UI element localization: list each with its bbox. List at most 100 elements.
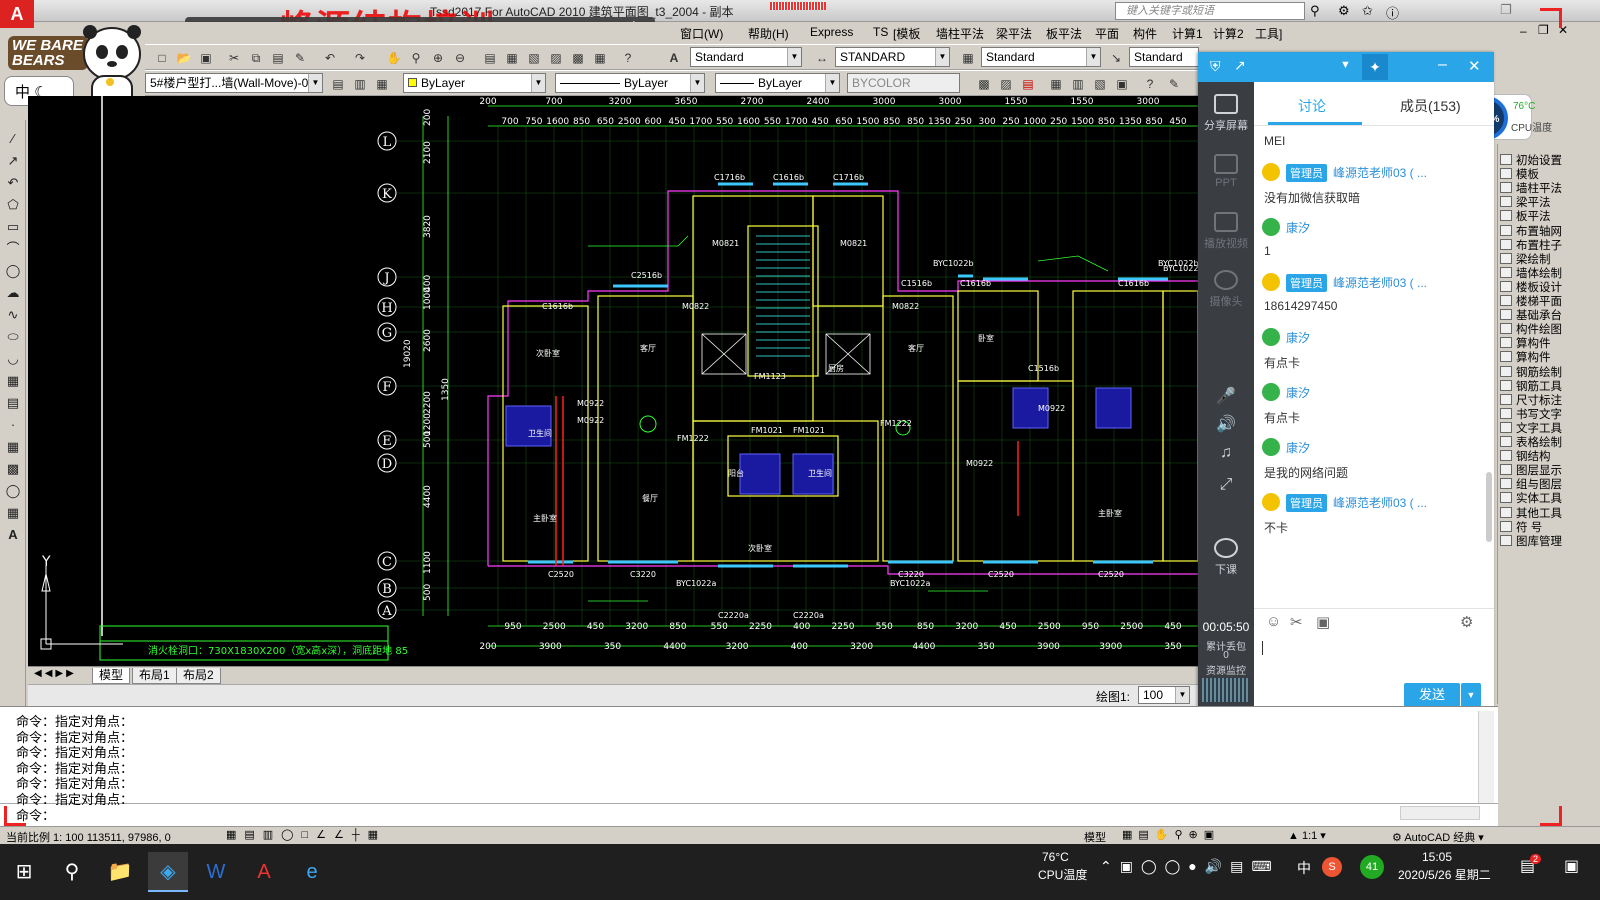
ppt-button[interactable]: PPT <box>1198 154 1254 189</box>
menu-plane[interactable]: 平面 <box>1095 25 1119 42</box>
autocad-taskbar-icon[interactable]: A <box>244 852 284 892</box>
zoom-window-icon[interactable]: ⊕ <box>429 48 447 66</box>
action-center-icon[interactable]: ▣ <box>1564 856 1579 876</box>
make-block-icon[interactable]: ▤ <box>4 394 22 412</box>
ellipse-arc-icon[interactable]: ◡ <box>4 350 22 368</box>
insert-block-icon[interactable]: ▦ <box>4 372 22 390</box>
tab-nav-arrows-icon[interactable]: ◀◀▶▶ <box>34 668 77 679</box>
copy-icon[interactable]: ⧉ <box>247 48 265 66</box>
palette-item[interactable]: 尺寸标注 <box>1500 392 1562 407</box>
palette-item[interactable]: 图库管理 <box>1500 533 1562 548</box>
palette-item[interactable]: 初始设置 <box>1500 152 1562 167</box>
menu-component[interactable]: 构件 <box>1133 25 1157 42</box>
paste-icon[interactable]: ▤ <box>269 48 287 66</box>
palette-item[interactable]: 钢筋工具 <box>1500 378 1562 393</box>
palette-item[interactable]: 其他工具 <box>1500 505 1562 520</box>
palette-item[interactable]: 板平法 <box>1500 208 1551 223</box>
undo-icon[interactable]: ↶ <box>321 48 339 66</box>
workspace-switch[interactable]: ⚙ AutoCAD 经典 ▾ <box>1392 829 1484 845</box>
open-file-icon[interactable]: 📂 <box>175 48 193 66</box>
pin-icon[interactable]: ✦ <box>1362 54 1388 80</box>
palette-item[interactable]: 算构件 <box>1500 349 1551 364</box>
model-space-label[interactable]: 模型 <box>1084 829 1106 845</box>
construction-line-icon[interactable]: ↗ <box>4 152 22 170</box>
palette-item[interactable]: 符 号 <box>1500 519 1542 534</box>
restore-window-icon[interactable]: ❐ <box>1500 2 1512 18</box>
fullscreen-icon[interactable]: ⤢ <box>1198 476 1254 494</box>
tssd-help-icon[interactable]: ? <box>1141 74 1159 92</box>
command-hscroll[interactable] <box>1400 806 1480 820</box>
match-prop-icon[interactable]: ✎ <box>291 48 309 66</box>
play-video-button[interactable]: 播放视频 <box>1198 212 1254 251</box>
color-combo[interactable]: ByLayer ▼ <box>403 73 546 93</box>
end-class-button[interactable]: 下课 <box>1198 538 1254 577</box>
palette-item[interactable]: 表格绘制 <box>1500 434 1562 449</box>
palette-item[interactable]: 墙柱平法 <box>1500 180 1562 195</box>
tab-members[interactable]: 成员(153) <box>1400 96 1461 116</box>
palette-item[interactable]: 基础承台 <box>1500 307 1562 322</box>
polyline-icon[interactable]: ↶ <box>4 174 22 192</box>
text-style-icon[interactable]: A <box>665 48 683 66</box>
line-icon[interactable]: ∕ <box>4 130 22 148</box>
chat-message-list[interactable]: MEI 管理员 峰源范老师03 ( ... 没有加微信获取暗 康汐 1 管理员 峰源范老师03… <box>1254 126 1494 606</box>
dim-style-icon[interactable]: ↔ <box>813 48 831 66</box>
speaker-icon[interactable]: 🔊 <box>1198 414 1254 434</box>
tab-model[interactable]: 模型 <box>92 668 131 684</box>
palette-item[interactable]: 布置柱子 <box>1500 237 1562 252</box>
revcloud-icon[interactable]: ☁ <box>4 284 22 302</box>
tssd-tool-5-icon[interactable]: ▥ <box>1069 74 1087 92</box>
zoom-realtime-icon[interactable]: ⚲ <box>407 48 425 66</box>
palette-item[interactable]: 楼梯平面 <box>1500 293 1562 308</box>
menu-wall-column[interactable]: 墙柱平法 <box>936 25 984 42</box>
search-icon[interactable]: ⚲ <box>52 852 92 892</box>
star-icon[interactable]: ✩ <box>1362 3 1373 19</box>
clock-date[interactable]: 2020/5/26 星期二 <box>1398 866 1491 883</box>
palette-item[interactable]: 书写文字 <box>1500 406 1562 421</box>
point-icon[interactable]: · <box>4 416 22 434</box>
arc-icon[interactable]: ⌒ <box>4 240 22 258</box>
table-icon[interactable]: ▦ <box>4 504 22 522</box>
cut-icon[interactable]: ✂ <box>225 48 243 66</box>
tool-palettes-icon[interactable]: ▧ <box>525 48 543 66</box>
share-screen-button[interactable]: 分享屏幕 <box>1198 94 1254 133</box>
markup-icon[interactable]: ▩ <box>569 48 587 66</box>
camera-button[interactable]: 摄像头 <box>1198 270 1254 309</box>
mtext-icon[interactable]: A <box>4 526 22 544</box>
ellipse-icon[interactable]: ⬭ <box>4 328 22 346</box>
drafting-toggles[interactable]: ▦▤▥◯□∠∠┼▦ <box>226 828 386 841</box>
tab-discussion[interactable]: 讨论 <box>1298 96 1326 116</box>
calculator-icon[interactable]: ▦ <box>591 48 609 66</box>
mleader-style-icon[interactable]: ↘ <box>1107 48 1125 66</box>
shield-icon[interactable]: ⛨ <box>1210 58 1221 75</box>
tssd-tool-1-icon[interactable]: ▩ <box>975 74 993 92</box>
zoom-previous-icon[interactable]: ⊖ <box>451 48 469 66</box>
tray-badge[interactable]: 41 <box>1360 855 1384 879</box>
ime-tray-label[interactable]: 中 <box>1297 858 1311 878</box>
circle-icon[interactable]: ◯ <box>4 262 22 280</box>
palette-item[interactable]: 图层显示 <box>1500 462 1562 477</box>
palette-item[interactable]: 文字工具 <box>1500 420 1562 435</box>
hatch-icon[interactable]: ▦ <box>4 438 22 456</box>
send-button[interactable]: 发送 <box>1404 683 1460 707</box>
properties-icon[interactable]: ▤ <box>481 48 499 66</box>
menu-express[interactable]: Express <box>810 25 853 39</box>
help-icon[interactable]: ⓘ <box>1386 3 1399 22</box>
message-sender[interactable]: 管理员 峰源范老师03 ( ... <box>1262 273 1427 293</box>
send-options-chevron-icon[interactable]: ▼ <box>1461 683 1481 707</box>
palette-item[interactable]: 构件绘图 <box>1500 321 1562 336</box>
menu-help[interactable]: 帮助(H) <box>748 25 789 42</box>
layer-states-icon[interactable]: ▦ <box>373 74 391 92</box>
close-icon[interactable]: ✕ <box>1468 57 1481 75</box>
lineweight-combo[interactable]: ByLayer ▼ <box>715 73 840 93</box>
viewport-tools[interactable]: ▦▤✋⚲⊕▣ <box>1122 828 1220 841</box>
emoji-icon[interactable]: ☺ <box>1266 613 1281 630</box>
music-icon[interactable]: ♫ <box>1198 444 1254 462</box>
chat-input-area[interactable]: ☺ ✂ ▣ ⚙ 发送 ▼ <box>1254 608 1494 708</box>
message-sender[interactable]: 管理员 峰源范老师03 ( ... <box>1262 493 1427 513</box>
minimize-icon[interactable]: – <box>1438 56 1447 74</box>
menu-window[interactable]: 窗口(W) <box>680 25 723 42</box>
live-class-app-icon[interactable]: ◈ <box>148 852 188 892</box>
sogou-icon[interactable]: S <box>1322 857 1342 877</box>
tssd-tool-2-icon[interactable]: ▨ <box>997 74 1015 92</box>
palette-item[interactable]: 实体工具 <box>1500 490 1562 505</box>
